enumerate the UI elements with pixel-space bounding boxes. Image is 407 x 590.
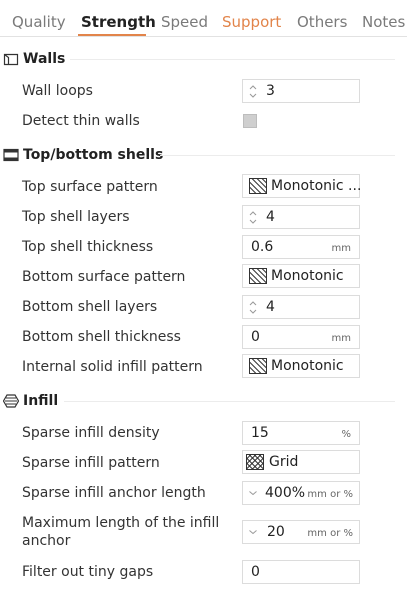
top-shell-thickness-input[interactable]: 0.6 mm: [242, 235, 360, 259]
tab-strength[interactable]: Strength: [81, 13, 156, 31]
tab-support[interactable]: Support: [222, 13, 281, 31]
wall-loops-value: 3: [266, 83, 275, 99]
section-divider: [70, 59, 395, 60]
section-walls: Walls: [0, 48, 400, 70]
filter-tiny-gaps-input[interactable]: 0: [242, 560, 360, 584]
chevron-down-icon[interactable]: [248, 488, 258, 498]
tab-bar: Quality Strength Speed Support Others No…: [0, 0, 407, 37]
sparse-infill-density-label: Sparse infill density: [22, 425, 160, 441]
infill-icon: [3, 394, 19, 408]
tab-quality[interactable]: Quality: [12, 13, 66, 31]
top-surface-pattern-select[interactable]: Monotonic ...: [242, 174, 362, 198]
sparse-infill-anchor-length-unit: mm or %: [307, 489, 353, 500]
top-shell-thickness-label: Top shell thickness: [22, 239, 154, 255]
sparse-infill-anchor-length-label: Sparse infill anchor length: [22, 485, 206, 501]
max-infill-anchor-combo[interactable]: 20 mm or %: [242, 520, 360, 544]
sparse-infill-pattern-select[interactable]: Grid: [242, 450, 360, 474]
top-surface-pattern-label: Top surface pattern: [22, 179, 158, 195]
internal-solid-infill-pattern-label: Internal solid infill pattern: [22, 359, 203, 375]
bottom-shell-thickness-unit: mm: [331, 333, 351, 344]
walls-icon: [3, 53, 19, 66]
section-title-shells: Top/bottom shells: [23, 147, 164, 163]
bottom-surface-pattern-value: Monotonic: [271, 268, 344, 284]
top-shell-layers-label: Top shell layers: [22, 209, 130, 225]
bottom-shell-thickness-input[interactable]: 0 mm: [242, 325, 360, 349]
sparse-infill-pattern-value: Grid: [269, 454, 299, 470]
sparse-infill-density-input[interactable]: 15 %: [242, 421, 360, 445]
spin-arrows-icon[interactable]: [248, 298, 258, 317]
chevron-down-icon[interactable]: [248, 527, 258, 537]
bottom-shell-layers-label: Bottom shell layers: [22, 299, 158, 315]
max-infill-anchor-unit: mm or %: [307, 528, 353, 539]
bottom-shell-thickness-value: 0: [251, 329, 260, 345]
tab-speed[interactable]: Speed: [161, 13, 208, 31]
bottom-shell-thickness-label: Bottom shell thickness: [22, 329, 181, 345]
detect-thin-walls-label: Detect thin walls: [22, 113, 140, 129]
wall-loops-input[interactable]: 3: [242, 79, 360, 103]
monotonic-pattern-icon: [249, 358, 267, 374]
bottom-shell-layers-input[interactable]: 4: [242, 295, 360, 319]
max-infill-anchor-label: Maximum length of the infill anchor: [22, 515, 220, 549]
top-surface-pattern-value: Monotonic ...: [271, 178, 362, 194]
top-shell-layers-value: 4: [266, 209, 275, 225]
section-title-infill: Infill: [23, 393, 59, 409]
internal-solid-infill-pattern-select[interactable]: Monotonic: [242, 354, 360, 378]
spin-arrows-icon[interactable]: [248, 208, 258, 227]
section-shells: Top/bottom shells: [0, 144, 400, 166]
max-infill-anchor-value: 20: [267, 524, 285, 540]
tab-others[interactable]: Others: [297, 13, 347, 31]
top-shell-layers-input[interactable]: 4: [242, 205, 360, 229]
bottom-surface-pattern-select[interactable]: Monotonic: [242, 264, 360, 288]
monotonic-pattern-icon: [249, 268, 267, 284]
spin-arrows-icon[interactable]: [248, 82, 258, 101]
sparse-infill-anchor-length-combo[interactable]: 400% mm or %: [242, 481, 360, 505]
section-divider: [160, 155, 395, 156]
sparse-infill-pattern-label: Sparse infill pattern: [22, 455, 160, 471]
top-shell-thickness-unit: mm: [331, 243, 351, 254]
section-infill: Infill: [0, 390, 400, 412]
grid-pattern-icon: [246, 454, 264, 470]
filter-tiny-gaps-label: Filter out tiny gaps: [22, 564, 154, 580]
internal-solid-infill-pattern-value: Monotonic: [271, 358, 344, 374]
sparse-infill-anchor-length-value: 400%: [265, 485, 306, 501]
monotonic-pattern-icon: [249, 178, 267, 194]
top-shell-thickness-value: 0.6: [251, 239, 274, 255]
detect-thin-walls-checkbox[interactable]: [243, 114, 257, 128]
tab-notes[interactable]: Notes: [362, 13, 405, 31]
section-divider: [64, 401, 395, 402]
sparse-infill-density-unit: %: [341, 429, 351, 440]
active-tab-indicator: [78, 34, 146, 36]
filter-tiny-gaps-value: 0: [251, 564, 260, 580]
shells-icon: [3, 148, 19, 162]
section-title-walls: Walls: [23, 51, 66, 67]
sparse-infill-density-value: 15: [251, 425, 269, 441]
bottom-surface-pattern-label: Bottom surface pattern: [22, 269, 186, 285]
wall-loops-label: Wall loops: [22, 83, 93, 99]
bottom-shell-layers-value: 4: [266, 299, 275, 315]
